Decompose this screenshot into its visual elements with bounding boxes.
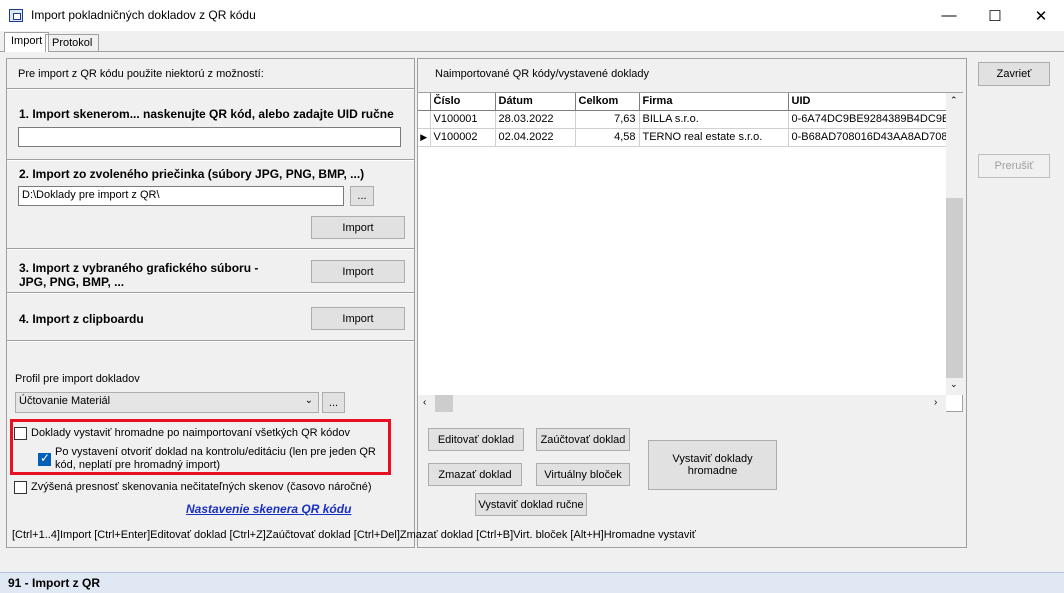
section2-title: 2. Import zo zvoleného priečinka (súbory… bbox=[19, 167, 365, 181]
precise-scan-label: Zvýšená presnosť skenovania nečitateľnýc… bbox=[31, 481, 372, 493]
app-icon bbox=[9, 9, 23, 22]
scroll-right-icon[interactable]: › bbox=[934, 397, 937, 408]
open-for-edit-label-line2: kód, neplatí pre hromadný import) bbox=[55, 459, 221, 471]
bulk-issue-checkbox[interactable] bbox=[14, 427, 27, 440]
post-document-button[interactable]: Zaúčtovať doklad bbox=[536, 428, 630, 451]
maximize-button[interactable]: ☐ bbox=[972, 0, 1018, 31]
intro-text: Pre import z QR kódu použite niektorú z … bbox=[18, 68, 264, 80]
clipboard-import-button[interactable]: Import bbox=[311, 307, 405, 330]
chevron-down-icon: ⌄ bbox=[304, 395, 313, 406]
scroll-left-icon[interactable]: ‹ bbox=[423, 397, 426, 408]
cell-firma: TERNO real estate s.r.o. bbox=[639, 128, 789, 147]
row-indicator-header bbox=[418, 93, 431, 111]
status-text: 91 - Import z QR bbox=[8, 576, 101, 590]
documents-grid: Číslo Dátum Celkom Firma UID V100001 28.… bbox=[417, 92, 963, 412]
divider bbox=[7, 292, 414, 294]
precise-scan-checkbox[interactable] bbox=[14, 481, 27, 494]
title-bar: Import pokladničných dokladov z QR kódu … bbox=[0, 0, 1064, 31]
cell-firma: BILLA s.r.o. bbox=[639, 110, 789, 129]
file-import-button[interactable]: Import bbox=[311, 260, 405, 283]
folder-path-input[interactable]: D:\Doklady pre import z QR\ bbox=[18, 186, 344, 206]
uid-input[interactable] bbox=[18, 127, 401, 147]
bulk-issue-button[interactable]: Vystaviť doklady hromadne bbox=[648, 440, 777, 490]
close-button[interactable]: Zavrieť bbox=[978, 62, 1050, 86]
scroll-down-icon[interactable]: ⌄ bbox=[950, 379, 958, 390]
column-header-cislo[interactable]: Číslo bbox=[430, 93, 496, 111]
column-header-firma[interactable]: Firma bbox=[639, 93, 789, 111]
scanner-settings-link[interactable]: Nastavenie skenera QR kódu bbox=[186, 502, 351, 516]
profile-select-value: Účtovanie Materiál bbox=[19, 395, 111, 407]
profile-browse-button[interactable]: ... bbox=[322, 392, 345, 413]
horizontal-scroll-thumb[interactable] bbox=[435, 395, 453, 412]
section4-title: 4. Import z clipboardu bbox=[19, 312, 144, 326]
open-for-edit-label-line1: Po vystavení otvoriť doklad na kontrolu/… bbox=[55, 446, 376, 458]
divider bbox=[7, 340, 414, 342]
divider bbox=[7, 88, 414, 90]
divider bbox=[7, 248, 414, 250]
tab-import[interactable]: Import bbox=[4, 32, 50, 52]
close-window-button[interactable]: ✕ bbox=[1018, 0, 1064, 31]
open-for-edit-checkbox[interactable] bbox=[38, 451, 51, 466]
cell-datum: 02.04.2022 bbox=[495, 128, 576, 147]
manual-issue-button[interactable]: Vystaviť doklad ručne bbox=[475, 493, 587, 516]
cell-cislo: V100002 bbox=[430, 128, 496, 147]
table-row[interactable]: V100001 28.03.2022 7,63 BILLA s.r.o. 0-6… bbox=[418, 110, 947, 129]
tab-strip-line bbox=[0, 51, 1064, 52]
cell-datum: 28.03.2022 bbox=[495, 110, 576, 129]
grid-vertical-scrollbar[interactable]: ⌃ ⌄ bbox=[946, 93, 963, 395]
column-header-celkom[interactable]: Celkom bbox=[575, 93, 640, 111]
column-header-uid[interactable]: UID bbox=[788, 93, 947, 111]
scroll-up-icon[interactable]: ⌃ bbox=[950, 95, 958, 106]
imported-heading: Naimportované QR kódy/vystavené doklady bbox=[435, 68, 649, 80]
interrupt-button[interactable]: Prerušiť bbox=[978, 154, 1050, 178]
bulk-issue-button-line2: hromadne bbox=[687, 465, 738, 477]
section3-title-line1: 3. Import z vybraného grafického súboru … bbox=[19, 261, 259, 275]
grid-header-row: Číslo Dátum Celkom Firma UID bbox=[418, 93, 947, 111]
current-row-arrow-icon: ▶ bbox=[418, 128, 431, 147]
profile-label: Profil pre import dokladov bbox=[15, 373, 140, 385]
shortcut-hints: [Ctrl+1..4]Import [Ctrl+Enter]Editovať d… bbox=[12, 529, 696, 541]
cell-uid: 0-B68AD708016D43AA8AD708 bbox=[788, 128, 947, 147]
minimize-button[interactable]: — bbox=[926, 0, 972, 31]
profile-select[interactable]: Účtovanie Materiál ⌄ bbox=[15, 392, 319, 413]
bulk-issue-button-line1: Vystaviť doklady bbox=[672, 453, 753, 465]
delete-document-button[interactable]: Zmazať doklad bbox=[428, 463, 522, 486]
grid-horizontal-scrollbar[interactable]: ‹ › bbox=[418, 395, 946, 412]
status-bar: 91 - Import z QR bbox=[0, 572, 1064, 593]
bulk-issue-label: Doklady vystaviť hromadne po naimportova… bbox=[31, 427, 350, 439]
row-indicator bbox=[418, 110, 431, 129]
column-header-datum[interactable]: Dátum bbox=[495, 93, 576, 111]
virtual-receipt-button[interactable]: Virtuálny bloček bbox=[536, 463, 630, 486]
folder-browse-button[interactable]: ... bbox=[350, 186, 374, 206]
window-title: Import pokladničných dokladov z QR kódu bbox=[31, 8, 256, 22]
section3-title-line2: JPG, PNG, BMP, ... bbox=[19, 275, 125, 289]
divider bbox=[7, 159, 414, 161]
cell-uid: 0-6A74DC9BE9284389B4DC9B bbox=[788, 110, 947, 129]
tab-protokol[interactable]: Protokol bbox=[45, 34, 100, 52]
cell-celkom: 7,63 bbox=[575, 110, 640, 129]
cell-celkom: 4,58 bbox=[575, 128, 640, 147]
vertical-scroll-thumb[interactable] bbox=[946, 198, 963, 378]
edit-document-button[interactable]: Editovať doklad bbox=[428, 428, 524, 451]
section1-title: 1. Import skenerom... naskenujte QR kód,… bbox=[19, 107, 394, 121]
cell-cislo: V100001 bbox=[430, 110, 496, 129]
table-row[interactable]: ▶ V100002 02.04.2022 4,58 TERNO real est… bbox=[418, 128, 947, 147]
folder-import-button[interactable]: Import bbox=[311, 216, 405, 239]
